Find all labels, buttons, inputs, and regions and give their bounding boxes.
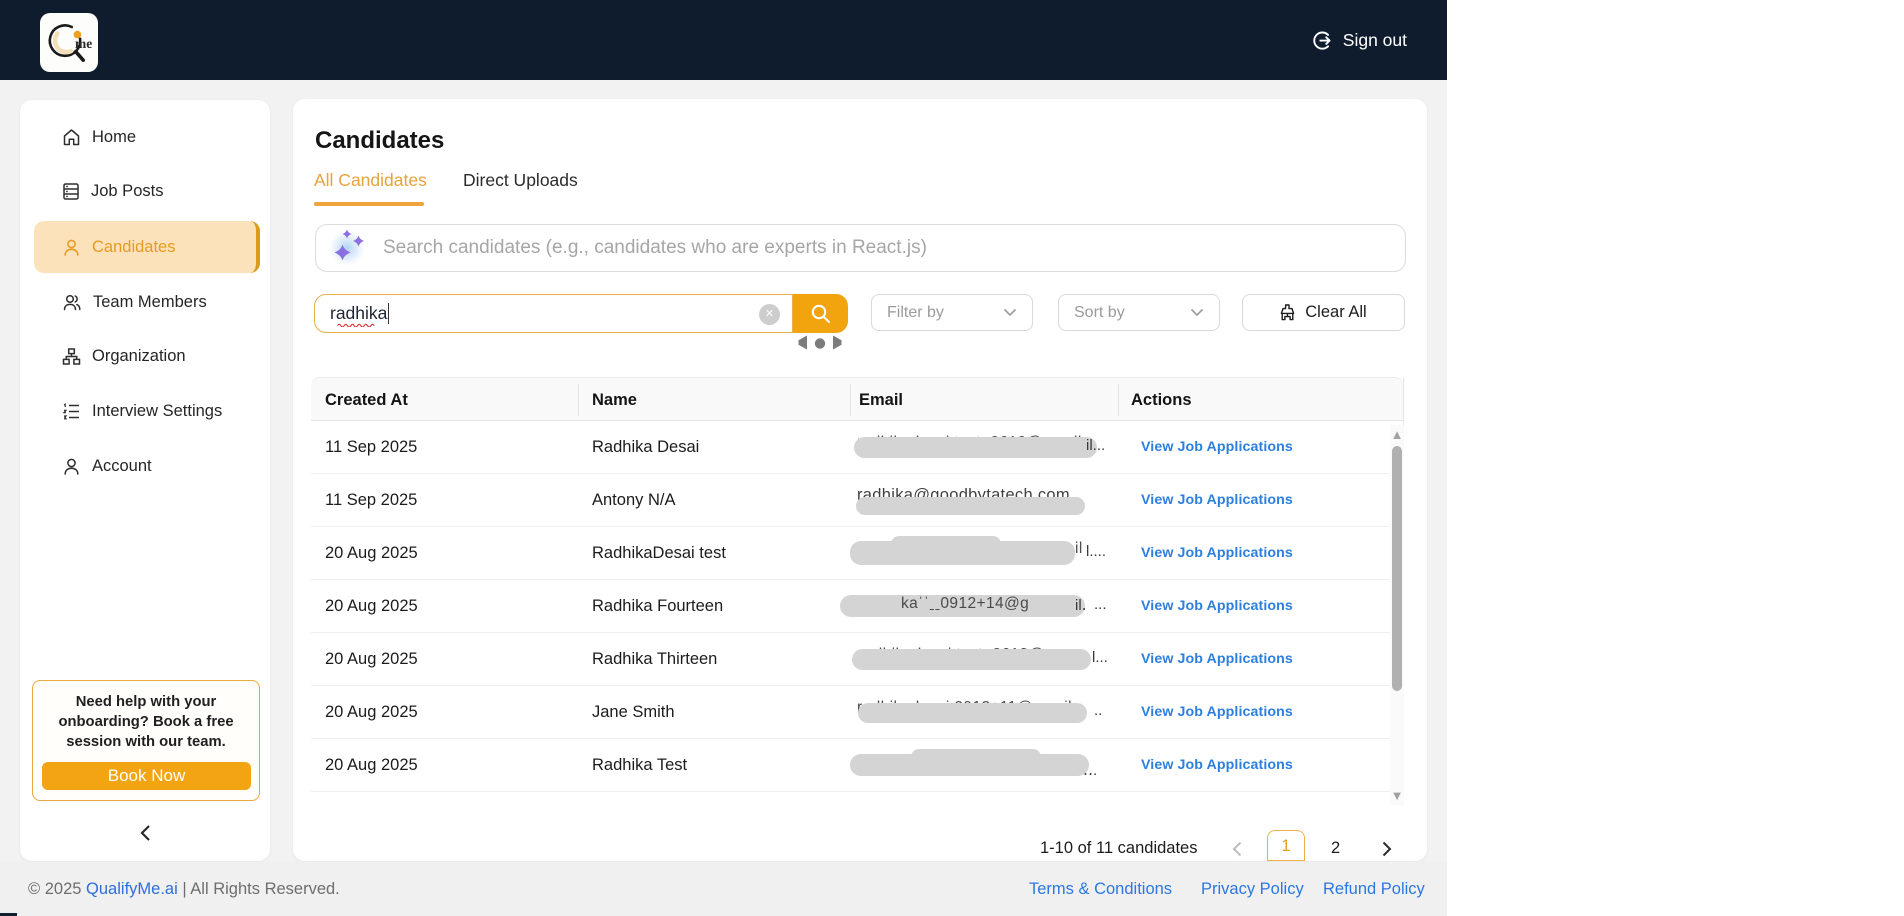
svg-text:me: me [75, 36, 92, 51]
